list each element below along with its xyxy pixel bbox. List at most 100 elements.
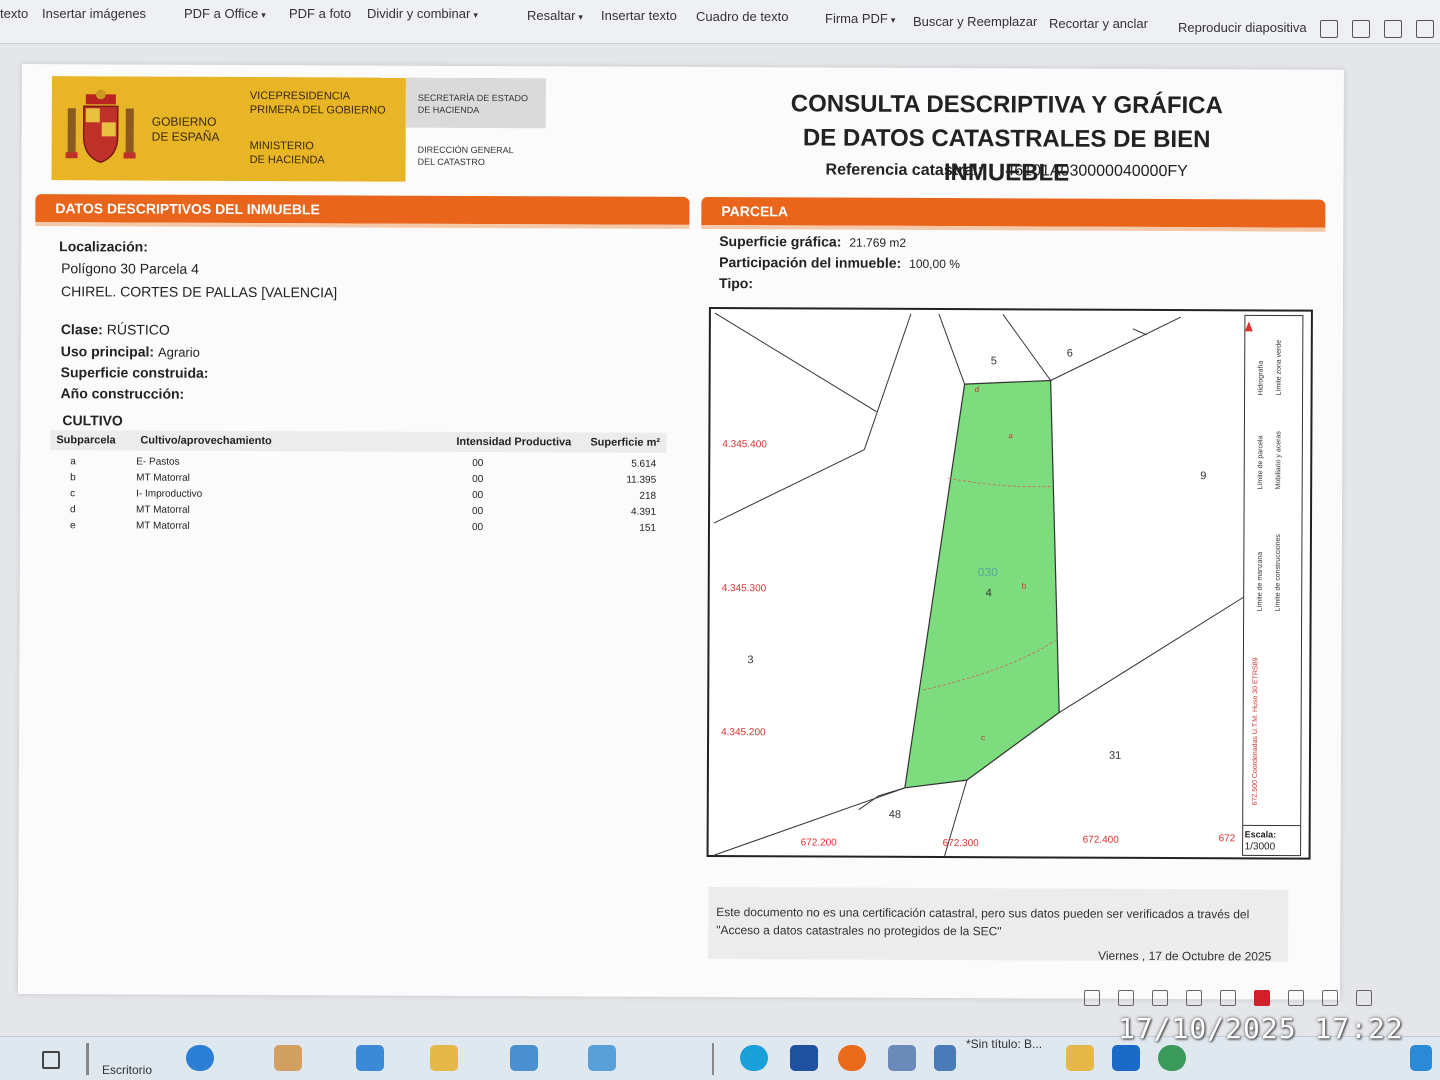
chevron-down-icon: ▾: [473, 10, 478, 20]
document-page: GOBIERNO DE ESPAÑA VICEPRESIDENCIA PRIME…: [17, 64, 1344, 1000]
toolbar-insertar-texto[interactable]: Insertar texto: [601, 8, 677, 23]
two-page-icon[interactable]: [1220, 990, 1236, 1006]
page-controls: [1084, 990, 1372, 1006]
toolbar-insertar-imagenes[interactable]: Insertar imágenes: [42, 6, 146, 21]
rotate-icon[interactable]: [1416, 20, 1434, 38]
desktop-label[interactable]: Escritorio: [102, 1063, 152, 1077]
bookmark-icon[interactable]: [1384, 20, 1402, 38]
legend-item: Límite de parcela: [1257, 436, 1264, 490]
toolbar-firma-pdf[interactable]: Firma PDF ▾: [825, 11, 895, 26]
play-icon[interactable]: [1254, 990, 1270, 1006]
toolbar-reproducir-diapositiva[interactable]: Reproducir diapositiva: [1178, 20, 1307, 35]
legend-item: Mobiliario y aceras: [1275, 431, 1282, 490]
coat-of-arms-icon: [65, 89, 136, 164]
subparcel-letter: d: [975, 385, 979, 394]
anio-construccion-label: Año construcción:: [60, 385, 185, 402]
bookmark-icon[interactable]: [1356, 990, 1372, 1006]
parcel-number: 48: [889, 809, 901, 821]
chevron-down-icon: ▾: [890, 15, 896, 25]
scale-value: 1/3000: [1245, 841, 1276, 852]
single-page-icon[interactable]: [1186, 990, 1202, 1006]
y-coord-label: 4.345.200: [721, 727, 766, 738]
document-date: Viernes , 17 de Octubre de 2025: [1098, 948, 1272, 964]
subparcel-letter: a: [1008, 431, 1013, 440]
toolbar-dividir-combinar[interactable]: Dividir y combinar ▾: [367, 6, 478, 21]
referencia-catastral: Referencia catastral: 46101A030000040000…: [826, 162, 1188, 182]
tipo-label: Tipo:: [719, 275, 754, 292]
toolbar-resaltar[interactable]: Resaltar ▾: [527, 8, 583, 23]
app-icon[interactable]: [888, 1045, 916, 1071]
cadastral-map: 4.345.400 4.345.300 4.345.200 672.200 67…: [706, 306, 1313, 860]
parcel-number: 9: [1200, 470, 1206, 482]
store-icon[interactable]: [790, 1045, 818, 1071]
toolbar-cuadro-texto[interactable]: Cuadro de texto: [696, 9, 789, 24]
col-cultivo: Cultivo/aprovechamiento: [140, 434, 272, 448]
tray-icon[interactable]: [1410, 1045, 1432, 1071]
firefox-icon[interactable]: [838, 1045, 866, 1071]
direccion-catastro-label: DIRECCIÓN GENERAL DEL CATASTRO: [417, 144, 514, 168]
y-coord-label: 4.345.400: [722, 439, 767, 450]
view-single-icon[interactable]: [1320, 20, 1338, 38]
paint-icon[interactable]: [934, 1045, 956, 1071]
parcel-number: 3: [747, 654, 753, 666]
government-logo-block: GOBIERNO DE ESPAÑA VICEPRESIDENCIA PRIME…: [51, 76, 406, 182]
zoom-icon[interactable]: [1322, 990, 1338, 1006]
col-intensidad: Intensidad Productiva: [456, 435, 572, 449]
explorer-icon[interactable]: [1066, 1045, 1094, 1071]
superficie-grafica-row: Superficie gráfica: 21.769 m2: [719, 233, 907, 250]
toolbar-buscar-reemplazar[interactable]: Buscar y Reemplazar: [913, 14, 1037, 29]
outlook-icon[interactable]: [1112, 1045, 1140, 1071]
task-view-icon[interactable]: [42, 1051, 60, 1069]
fit-width-icon[interactable]: [1288, 990, 1304, 1006]
parcel-number: 4: [986, 587, 992, 599]
paint-task-label[interactable]: *Sin título: B...: [966, 1037, 1042, 1051]
parcel-number: 31: [1109, 750, 1121, 762]
legend-item: Hidrografía: [1258, 361, 1265, 396]
scroll-mode-icon[interactable]: [1152, 990, 1168, 1006]
parcel-number: 5: [991, 355, 997, 367]
toolbar: texto Insertar imágenes PDF a Office ▾ PD…: [0, 0, 1440, 44]
edge-icon[interactable]: [740, 1045, 768, 1071]
uso-row: Uso principal: Agrario: [60, 343, 200, 360]
vicepresidencia-label: VICEPRESIDENCIA PRIMERA DEL GOBIERNO: [249, 89, 386, 117]
parcela-header: PARCELA: [701, 196, 1326, 228]
folder-icon[interactable]: [430, 1045, 458, 1071]
legend-item: Límite zona verde: [1276, 340, 1283, 396]
toolbar-pdf-a-foto[interactable]: PDF a foto: [289, 6, 351, 21]
col-subparcela: Subparcela: [56, 434, 116, 447]
subparcel-letter: b: [1022, 581, 1027, 590]
user-folder-icon[interactable]: [274, 1045, 302, 1071]
localizacion-line1: Polígono 30 Parcela 4: [61, 260, 199, 277]
parcel-polygon: [904, 379, 1060, 789]
photo-timestamp: 17/10/2025 17:22: [1118, 1012, 1404, 1045]
y-coord-label: 4.345.300: [722, 583, 767, 594]
eye-icon[interactable]: [1118, 990, 1134, 1006]
ministerio-label: MINISTERIO DE HACIENDA: [249, 139, 325, 167]
legend-item: Límite de manzana: [1257, 552, 1264, 612]
toolbar-recortar-anclar[interactable]: Recortar y anclar: [1049, 16, 1148, 31]
taskbar-divider: [712, 1043, 714, 1075]
x-coord-label: 672: [1219, 833, 1236, 844]
cultivo-title: CULTIVO: [62, 412, 123, 429]
poligono-number: 030: [978, 565, 998, 579]
utm-note: 672.500 Coordenadas U.T.M. Huso 30 ETRS8…: [1252, 657, 1260, 805]
onedrive-icon[interactable]: [186, 1045, 214, 1071]
ref-label: Referencia catastral:: [825, 161, 984, 180]
chrome-icon[interactable]: [1158, 1045, 1186, 1071]
participacion-row: Participación del inmueble: 100,00 %: [719, 254, 960, 272]
gobierno-espana-label: GOBIERNO DE ESPAÑA: [151, 114, 220, 144]
taskbar-divider: [86, 1043, 89, 1075]
localizacion-line2: CHIREL. CORTES DE PALLAS [VALENCIA]: [60, 283, 338, 301]
this-pc-icon[interactable]: [356, 1045, 384, 1071]
toolbar-texto[interactable]: texto: [0, 6, 28, 21]
x-coord-label: 672.400: [1083, 835, 1120, 846]
parcel-number: 6: [1067, 348, 1073, 360]
fit-page-icon[interactable]: [1352, 20, 1370, 38]
secretaria-label: SECRETARÍA DE ESTADO DE HACIENDA: [417, 92, 529, 115]
export-icon[interactable]: [1084, 990, 1100, 1006]
subparcel-letter: c: [981, 733, 985, 742]
control-panel-icon[interactable]: [588, 1045, 616, 1071]
recycle-icon[interactable]: [510, 1045, 538, 1071]
toolbar-pdf-a-office[interactable]: PDF a Office ▾: [184, 6, 266, 21]
cultivo-table-header: Subparcela Cultivo/aprovechamiento Inten…: [50, 430, 667, 453]
